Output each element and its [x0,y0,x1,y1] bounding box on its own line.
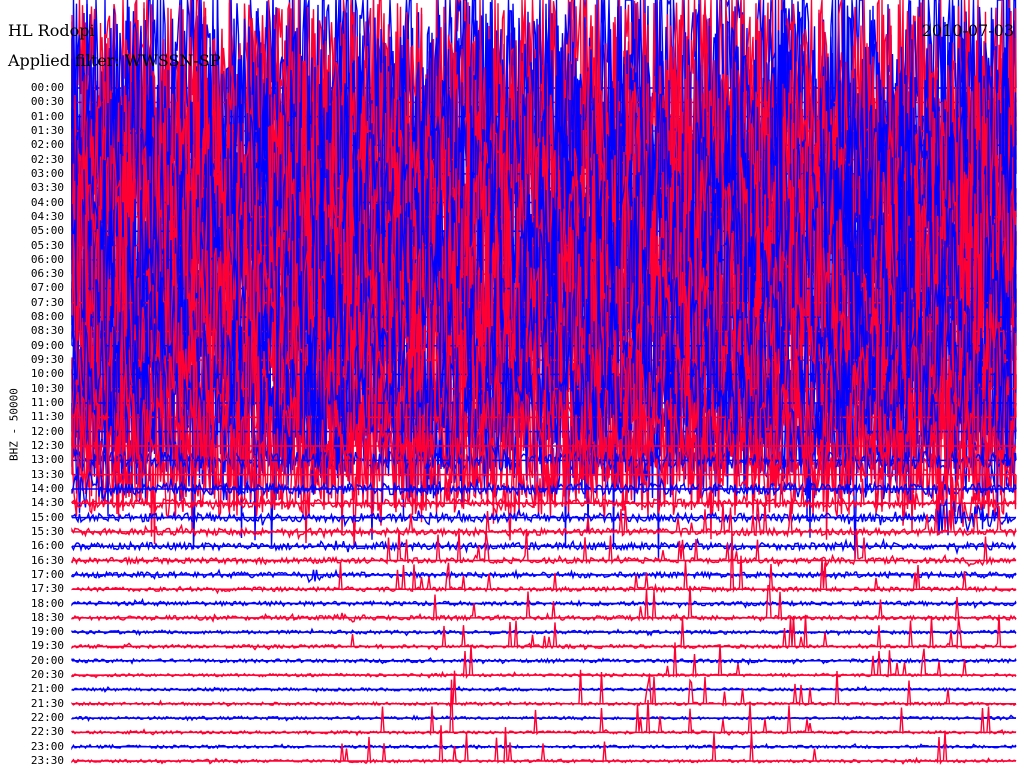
time-tick-02:30: 02:30 [30,152,64,166]
time-tick-06:30: 06:30 [30,267,64,281]
time-tick-12:00: 12:00 [30,424,64,438]
trace-17:00 [71,568,1017,584]
time-tick-17:00: 17:00 [30,567,64,581]
time-tick-08:30: 08:30 [30,324,64,338]
time-tick-23:00: 23:00 [30,739,64,753]
time-tick-02:00: 02:00 [30,138,64,152]
trace-22:30 [71,679,1017,737]
date-label: 2010-07-03 [921,21,1014,40]
time-tick-03:00: 03:00 [30,166,64,180]
traces-group [71,0,1017,765]
time-tick-13:00: 13:00 [30,453,64,467]
time-tick-18:30: 18:30 [30,610,64,624]
time-tick-14:00: 14:00 [30,481,64,495]
time-tick-09:00: 09:00 [30,338,64,352]
time-tick-00:30: 00:30 [30,95,64,109]
time-tick-05:30: 05:30 [30,238,64,252]
helicorder-plot [71,0,1017,765]
time-tick-04:00: 04:00 [30,195,64,209]
time-tick-17:30: 17:30 [30,582,64,596]
time-tick-01:00: 01:00 [30,109,64,123]
time-tick-14:30: 14:30 [30,496,64,510]
time-tick-19:30: 19:30 [30,639,64,653]
time-tick-05:00: 05:00 [30,224,64,238]
time-tick-16:30: 16:30 [30,553,64,567]
time-tick-20:00: 20:00 [30,653,64,667]
time-tick-07:00: 07:00 [30,281,64,295]
time-tick-00:00: 00:00 [30,81,64,94]
time-tick-23:30: 23:30 [30,754,64,768]
time-tick-04:30: 04:30 [30,209,64,223]
time-tick-18:00: 18:00 [30,596,64,610]
time-tick-15:00: 15:00 [30,510,64,524]
time-tick-07:30: 07:30 [30,295,64,309]
filter-subtitle: Applied filter: WWSSN-SP [8,51,221,70]
station-title: HL Rodopi [8,21,95,40]
time-tick-10:00: 10:00 [30,367,64,381]
time-tick-22:00: 22:00 [30,711,64,725]
time-tick-11:00: 11:00 [30,396,64,410]
time-tick-20:30: 20:30 [30,668,64,682]
time-tick-21:00: 21:00 [30,682,64,696]
time-tick-03:30: 03:30 [30,181,64,195]
time-tick-22:30: 22:30 [30,725,64,739]
time-tick-06:00: 06:00 [30,252,64,266]
time-tick-01:30: 01:30 [30,123,64,137]
time-tick-08:00: 08:00 [30,310,64,324]
time-tick-09:30: 09:30 [30,353,64,367]
y-axis-label: BHZ - 50000 [7,388,21,461]
time-tick-19:00: 19:00 [30,625,64,639]
time-tick-13:30: 13:30 [30,467,64,481]
time-tick-15:30: 15:30 [30,524,64,538]
time-tick-11:30: 11:30 [30,410,64,424]
time-tick-16:00: 16:00 [30,539,64,553]
time-tick-21:30: 21:30 [30,696,64,710]
time-tick-10:30: 10:30 [30,381,64,395]
time-tick-12:30: 12:30 [30,439,64,452]
